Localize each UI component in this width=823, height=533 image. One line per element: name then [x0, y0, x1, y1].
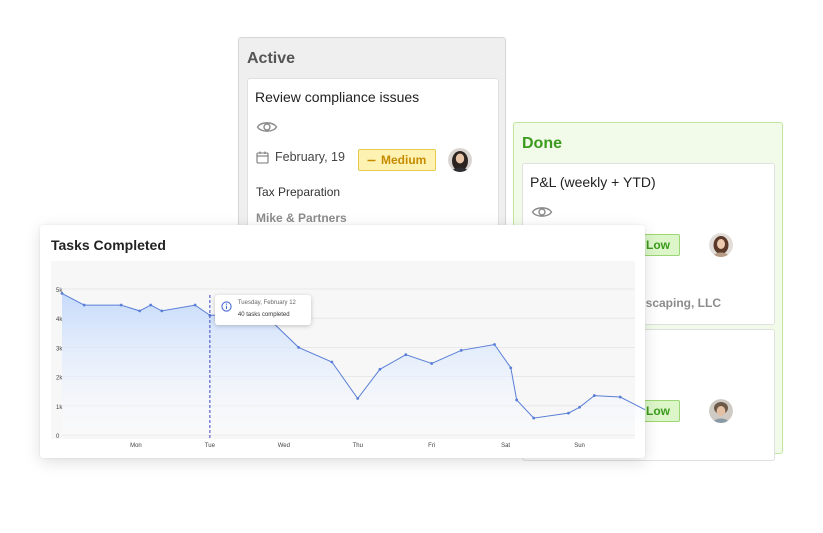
minus-icon	[367, 159, 376, 161]
data-point	[567, 411, 570, 415]
data-point	[330, 360, 334, 364]
data-point	[160, 309, 164, 313]
x-tick-label: Thu	[353, 443, 363, 449]
eye-icon[interactable]	[531, 204, 553, 220]
data-point	[592, 394, 596, 397]
avatar-image	[448, 148, 472, 172]
data-point	[509, 366, 513, 370]
data-point	[138, 309, 142, 313]
assignee-avatar[interactable]	[448, 148, 472, 172]
assignee-avatar[interactable]	[709, 233, 733, 257]
data-point	[60, 291, 64, 295]
data-point	[404, 353, 408, 357]
column-title: Active	[247, 50, 296, 67]
data-point	[378, 367, 382, 371]
data-point	[297, 346, 300, 349]
column-title: Done	[522, 135, 562, 152]
avatar-image	[709, 233, 733, 257]
eye-icon[interactable]	[256, 119, 278, 135]
priority-label: Low	[646, 404, 670, 418]
due-date: February, 19	[256, 150, 345, 164]
data-point	[515, 398, 519, 402]
chart-tooltip: Tuesday, February 12 40 tasks completed	[214, 295, 311, 325]
data-point	[119, 303, 123, 307]
data-point	[493, 343, 496, 346]
tooltip-date: Tuesday, February 12	[237, 300, 296, 306]
data-point	[459, 348, 463, 352]
data-point	[578, 405, 581, 409]
data-point	[430, 362, 434, 365]
assignee-avatar[interactable]	[709, 399, 733, 423]
x-tick-label: Sun	[574, 443, 585, 449]
priority-badge[interactable]: Medium	[358, 149, 437, 171]
data-point	[193, 303, 197, 307]
priority-label: Low	[646, 238, 670, 252]
x-tick-label: Mon	[130, 443, 142, 449]
card-client: Mike & Partners	[256, 211, 347, 225]
data-point	[532, 416, 536, 420]
x-tick-label: Wed	[278, 443, 290, 449]
data-point	[149, 303, 153, 307]
info-icon	[221, 301, 232, 312]
x-tick-label: Fri	[428, 443, 435, 449]
data-point	[618, 395, 622, 399]
card-title: Review compliance issues	[255, 89, 420, 105]
priority-label: Medium	[381, 153, 427, 167]
avatar-image	[709, 399, 733, 423]
due-date-text: February, 19	[275, 150, 345, 164]
calendar-icon	[256, 151, 269, 164]
card-category: Tax Preparation	[256, 185, 341, 199]
data-point	[356, 397, 360, 400]
card-title: P&L (weekly + YTD)	[530, 174, 656, 190]
data-point	[82, 303, 86, 307]
x-tick-label: Sat	[501, 443, 510, 449]
x-tick-label: Tue	[205, 443, 216, 449]
tooltip-value: 40 tasks completed	[237, 312, 290, 318]
tasks-completed-chart[interactable]: 01k2k3k4k5kMon Tue Wed Thu Fri Sat Sun	[40, 225, 645, 458]
tasks-completed-chart-panel: Tasks Completed 0 1k 2k 3k 4k 5k Mon Tue Wed Thu F…	[40, 225, 645, 458]
